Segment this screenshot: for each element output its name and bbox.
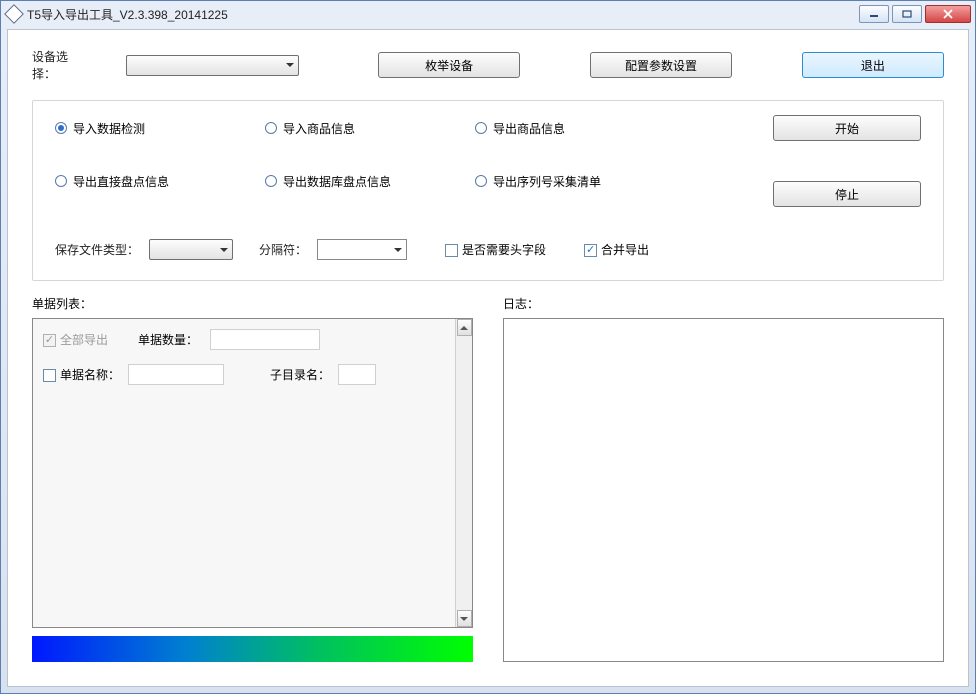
close-icon xyxy=(942,9,954,19)
scroll-down-button[interactable] xyxy=(457,610,472,627)
progress-bar xyxy=(32,636,473,662)
delimiter-label: 分隔符： xyxy=(259,241,307,258)
chevron-down-icon xyxy=(220,248,228,252)
device-row: 设备选择： 枚举设备 配置参数设置 退出 xyxy=(32,48,944,82)
app-icon xyxy=(4,4,24,24)
doc-count-label: 单据数量： xyxy=(138,331,198,348)
device-combobox[interactable] xyxy=(126,55,299,76)
window-title: T5导入导出工具_V2.3.398_20141225 xyxy=(27,6,859,23)
lower-panels: 单据列表： 全部导出 单据数量： 单据名称： 子目录名： xyxy=(32,295,944,662)
chevron-down-icon xyxy=(286,63,294,67)
maximize-button[interactable] xyxy=(892,5,922,23)
subdir-input[interactable] xyxy=(338,364,376,385)
radio-export-serial-list[interactable]: 导出序列号采集清单 xyxy=(475,173,695,190)
doc-list-column: 单据列表： 全部导出 单据数量： 单据名称： 子目录名： xyxy=(32,295,473,662)
close-button[interactable] xyxy=(925,5,971,23)
doc-list-panel: 全部导出 单据数量： 单据名称： 子目录名： xyxy=(32,318,473,628)
exit-button[interactable]: 退出 xyxy=(802,52,944,78)
enumerate-devices-button[interactable]: 枚举设备 xyxy=(378,52,520,78)
mode-group: 导入数据检测 导入商品信息 导出商品信息 开始 导出直接盘点信息 导出数据库盘点… xyxy=(32,100,944,281)
filetype-label: 保存文件类型： xyxy=(55,241,139,258)
radio-import-check[interactable]: 导入数据检测 xyxy=(55,120,265,137)
start-button[interactable]: 开始 xyxy=(773,115,921,141)
log-column: 日志： xyxy=(503,295,944,662)
chevron-up-icon xyxy=(460,326,468,330)
device-label: 设备选择： xyxy=(32,48,90,82)
stop-button[interactable]: 停止 xyxy=(773,181,921,207)
window-controls xyxy=(859,5,971,23)
merge-export-checkbox[interactable]: 合并导出 xyxy=(584,241,649,258)
subdir-label: 子目录名： xyxy=(270,366,330,383)
config-params-button[interactable]: 配置参数设置 xyxy=(590,52,732,78)
doc-name-input[interactable] xyxy=(128,364,224,385)
radio-export-db-stock[interactable]: 导出数据库盘点信息 xyxy=(265,173,475,190)
chevron-down-icon xyxy=(460,617,468,621)
chevron-down-icon xyxy=(394,248,402,252)
log-textarea[interactable] xyxy=(503,318,944,662)
minimize-icon xyxy=(869,10,879,18)
client-area: 设备选择： 枚举设备 配置参数设置 退出 导入数据检测 导入商品信息 导出商品信… xyxy=(7,29,969,687)
maximize-icon xyxy=(902,10,912,18)
minimize-button[interactable] xyxy=(859,5,889,23)
filetype-combobox[interactable] xyxy=(149,239,233,260)
radio-export-goods[interactable]: 导出商品信息 xyxy=(475,120,695,137)
main-window: T5导入导出工具_V2.3.398_20141225 设备选择： 枚举设备 配置… xyxy=(0,0,976,694)
list-scrollbar[interactable] xyxy=(455,319,472,627)
titlebar: T5导入导出工具_V2.3.398_20141225 xyxy=(1,1,975,27)
radio-export-direct-stock[interactable]: 导出直接盘点信息 xyxy=(55,173,265,190)
radio-import-goods[interactable]: 导入商品信息 xyxy=(265,120,475,137)
need-header-checkbox[interactable]: 是否需要头字段 xyxy=(445,241,546,258)
doc-count-input[interactable] xyxy=(210,329,320,350)
export-all-checkbox: 全部导出 xyxy=(43,331,108,348)
scroll-up-button[interactable] xyxy=(457,319,472,336)
delimiter-combobox[interactable] xyxy=(317,239,407,260)
log-title: 日志： xyxy=(503,295,944,312)
doc-list-title: 单据列表： xyxy=(32,295,473,312)
doc-name-checkbox[interactable]: 单据名称： xyxy=(43,366,120,383)
